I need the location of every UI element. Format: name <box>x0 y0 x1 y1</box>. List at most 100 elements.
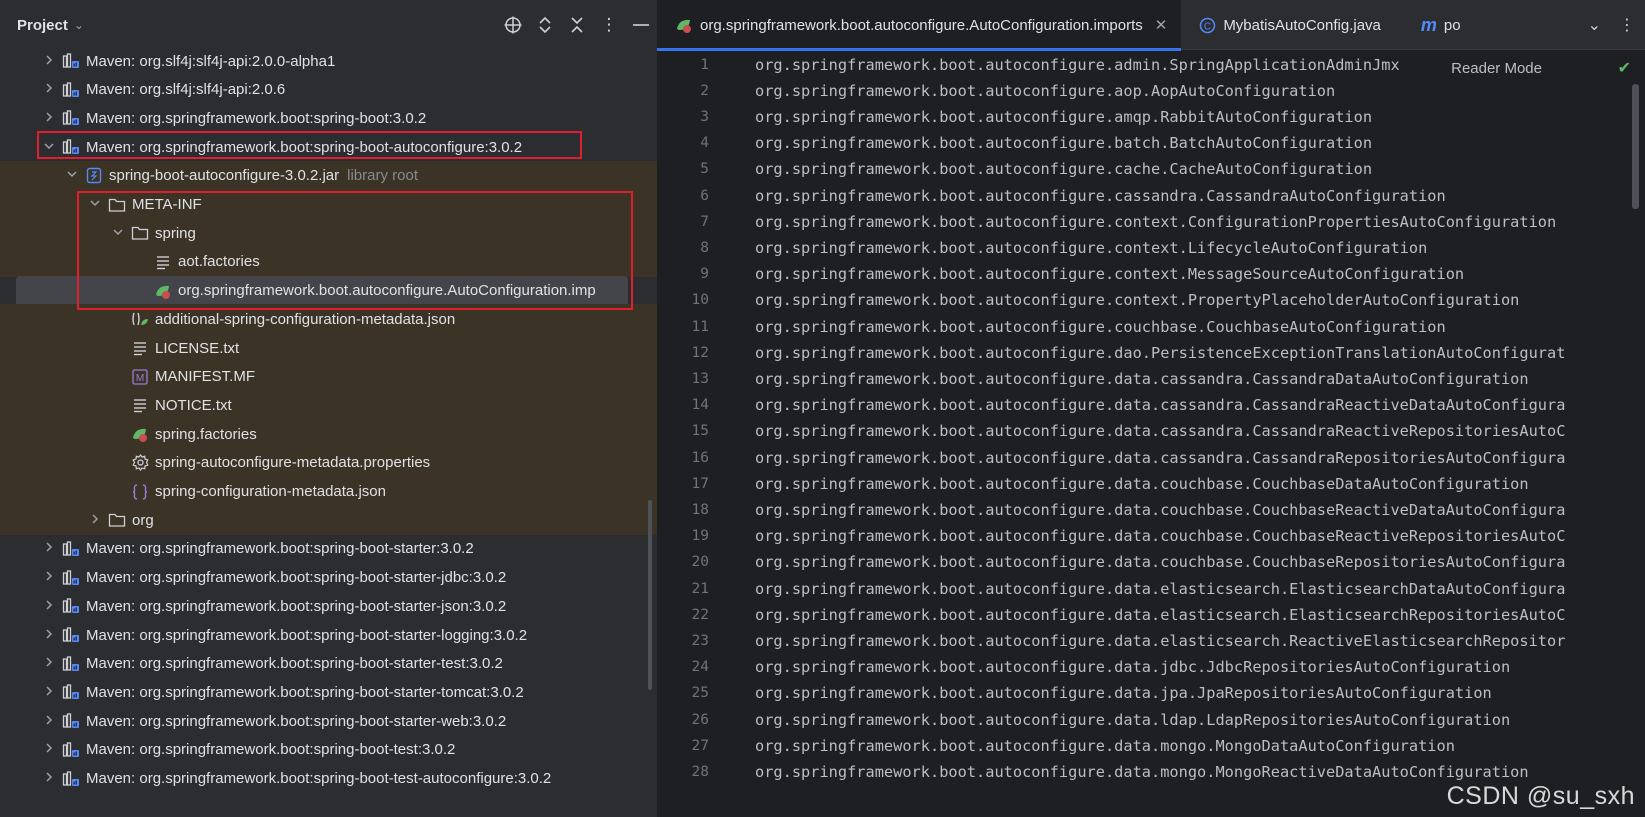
tree-item[interactable]: Maven: org.slf4j:slf4j-api:2.0.0-alpha1 <box>0 46 657 76</box>
tree-item-label: MANIFEST.MF <box>155 368 255 386</box>
code-line[interactable]: 3 org.springframework.boot.autoconfigure.… <box>657 103 1645 130</box>
code-editor[interactable]: 1 org.springframework.boot.autoconfigure.… <box>657 51 1645 817</box>
tree-item[interactable]: Maven: org.springframework.boot:spring-b… <box>0 706 657 736</box>
reader-mode-button[interactable]: Reader Mode <box>1443 55 1550 81</box>
project-title[interactable]: Project <box>17 17 68 34</box>
expand-all-icon[interactable] <box>529 9 561 41</box>
tab-autoconfiguration-imports[interactable]: org.springframework.boot.autoconfigure.A… <box>657 0 1182 51</box>
code-line[interactable]: 4 org.springframework.boot.autoconfigure.… <box>657 130 1645 157</box>
tree-item[interactable]: spring-configuration-metadata.json <box>0 476 657 507</box>
tree-item-label: org.springframework.boot.autoconfigure.A… <box>178 282 596 300</box>
code-line[interactable]: 21 org.springframework.boot.autoconfigure… <box>657 575 1645 602</box>
code-line[interactable]: 14 org.springframework.boot.autoconfigure… <box>657 392 1645 419</box>
code-line[interactable]: 15 org.springframework.boot.autoconfigure… <box>657 418 1645 445</box>
chevron-right-icon[interactable] <box>42 541 56 556</box>
chevron-right-icon[interactable] <box>42 656 56 671</box>
code-line[interactable]: 23 org.springframework.boot.autoconfigure… <box>657 627 1645 654</box>
tree-item[interactable]: Maven: org.springframework.boot:spring-b… <box>0 591 657 621</box>
tree-item[interactable]: M MANIFEST.MF <box>0 361 657 392</box>
code-line[interactable]: 9 org.springframework.boot.autoconfigure.… <box>657 261 1645 288</box>
tree-item[interactable]: Maven: org.springframework.boot:spring-b… <box>0 620 657 650</box>
tree-item[interactable]: Maven: org.springframework.boot:spring-b… <box>0 764 657 794</box>
chevron-down-icon[interactable] <box>88 197 102 212</box>
code-line[interactable]: 26 org.springframework.boot.autoconfigure… <box>657 706 1645 733</box>
tree-item[interactable]: Maven: org.springframework.boot:spring-b… <box>0 534 657 564</box>
tree-item[interactable]: additional-spring-configuration-metadata… <box>0 304 657 335</box>
chevron-right-icon[interactable] <box>42 570 56 585</box>
project-scrollbar[interactable] <box>648 500 652 690</box>
chevron-right-icon[interactable] <box>42 742 56 757</box>
line-number: 15 <box>691 423 709 440</box>
line-number: 1 <box>700 56 709 73</box>
tree-item[interactable]: aot.factories <box>0 246 657 277</box>
minimize-icon[interactable] <box>625 9 657 41</box>
chevron-right-icon[interactable] <box>42 111 56 126</box>
tree-item[interactable]: LICENSE.txt <box>0 333 657 363</box>
tab-pom[interactable]: m po <box>1395 0 1475 50</box>
code-line[interactable]: 13 org.springframework.boot.autoconfigure… <box>657 365 1645 392</box>
code-line[interactable]: 2 org.springframework.boot.autoconfigure.… <box>657 77 1645 104</box>
code-line[interactable]: 25 org.springframework.boot.autoconfigure… <box>657 680 1645 707</box>
code-line[interactable]: 12 org.springframework.boot.autoconfigure… <box>657 339 1645 366</box>
chevron-right-icon[interactable] <box>42 628 56 643</box>
code-line[interactable]: 27 org.springframework.boot.autoconfigure… <box>657 732 1645 759</box>
tree-item[interactable]: Maven: org.springframework.boot:spring-b… <box>0 103 657 133</box>
tree-item[interactable]: Maven: org.springframework.boot:spring-b… <box>0 132 657 162</box>
code-line[interactable]: 22 org.springframework.boot.autoconfigure… <box>657 601 1645 628</box>
code-line-text: org.springframework.boot.autoconfigure.a… <box>755 55 1400 74</box>
tab-mybatis-auto-config[interactable]: C MybatisAutoConfig.java <box>1181 0 1395 50</box>
tree-item[interactable]: spring.factories <box>0 419 657 450</box>
line-number: 6 <box>700 187 709 204</box>
tree-item[interactable]: NOTICE.txt <box>0 390 657 421</box>
chevron-right-icon[interactable] <box>42 714 56 729</box>
tree-item[interactable]: spring-autoconfigure-metadata.properties <box>0 447 657 478</box>
chevron-right-icon[interactable] <box>42 54 56 69</box>
tree-item[interactable]: Maven: org.springframework.boot:spring-b… <box>0 735 657 765</box>
chevron-right-icon[interactable] <box>88 513 102 528</box>
tree-item[interactable]: Maven: org.springframework.boot:spring-b… <box>0 677 657 707</box>
chevron-right-icon[interactable] <box>42 685 56 700</box>
tree-item[interactable]: spring-boot-autoconfigure-3.0.2.jar libra… <box>0 160 657 191</box>
more-vertical-icon[interactable]: ⋮ <box>593 9 625 41</box>
code-line[interactable]: 6 org.springframework.boot.autoconfigure.… <box>657 182 1645 209</box>
tree-item[interactable]: Maven: org.springframework.boot:spring-b… <box>0 563 657 593</box>
code-line[interactable]: 10 org.springframework.boot.autoconfigure… <box>657 287 1645 314</box>
chevron-down-icon[interactable]: ⌄ <box>1588 15 1601 35</box>
chevron-down-icon[interactable] <box>65 168 79 183</box>
tree-item-label: META-INF <box>132 196 202 213</box>
code-line[interactable]: 11 org.springframework.boot.autoconfigure… <box>657 313 1645 340</box>
check-icon[interactable]: ✔ <box>1618 58 1631 78</box>
code-line[interactable]: 8 org.springframework.boot.autoconfigure.… <box>657 234 1645 261</box>
chevron-right-icon[interactable] <box>42 599 56 614</box>
tree-item[interactable]: META-INF <box>0 189 657 220</box>
tab-label: MybatisAutoConfig.java <box>1223 16 1381 34</box>
tree-item[interactable]: Maven: org.slf4j:slf4j-api:2.0.6 <box>0 75 657 105</box>
code-line[interactable]: 16 org.springframework.boot.autoconfigure… <box>657 444 1645 471</box>
code-line[interactable]: 20 org.springframework.boot.autoconfigure… <box>657 549 1645 576</box>
chevron-right-icon[interactable] <box>42 771 56 786</box>
code-line[interactable]: 19 org.springframework.boot.autoconfigure… <box>657 523 1645 550</box>
tree-item-label: Maven: org.springframework.boot:spring-b… <box>86 138 523 156</box>
code-line[interactable]: 5 org.springframework.boot.autoconfigure.… <box>657 156 1645 183</box>
tree-item[interactable]: spring <box>0 218 657 249</box>
more-vertical-icon[interactable]: ⋮ <box>1619 15 1635 35</box>
locate-icon[interactable] <box>497 9 529 41</box>
code-line-text: org.springframework.boot.autoconfigure.c… <box>755 238 1428 257</box>
chevron-down-icon[interactable]: ⌄ <box>74 18 84 32</box>
tree-item[interactable]: Maven: org.springframework.boot:spring-b… <box>0 649 657 679</box>
chevron-down-icon[interactable] <box>111 226 125 241</box>
chevron-down-icon[interactable] <box>42 140 56 155</box>
editor-scrollbar[interactable] <box>1632 84 1639 209</box>
library-icon <box>62 770 80 788</box>
code-line[interactable]: 7 org.springframework.boot.autoconfigure.… <box>657 208 1645 235</box>
close-icon[interactable]: ✕ <box>1155 16 1168 34</box>
collapse-all-icon[interactable] <box>561 9 593 41</box>
code-line[interactable]: 17 org.springframework.boot.autoconfigure… <box>657 470 1645 497</box>
tree-item-label: Maven: org.springframework.boot:spring-b… <box>86 683 524 701</box>
tree-item-selected[interactable]: org.springframework.boot.autoconfigure.A… <box>16 275 628 306</box>
code-line[interactable]: 24 org.springframework.boot.autoconfigure… <box>657 654 1645 681</box>
chevron-right-icon[interactable] <box>42 82 56 97</box>
tree-item-label: Maven: org.slf4j:slf4j-api:2.0.0-alpha1 <box>86 52 336 70</box>
tree-item[interactable]: org <box>0 505 657 536</box>
code-line[interactable]: 18 org.springframework.boot.autoconfigure… <box>657 496 1645 523</box>
